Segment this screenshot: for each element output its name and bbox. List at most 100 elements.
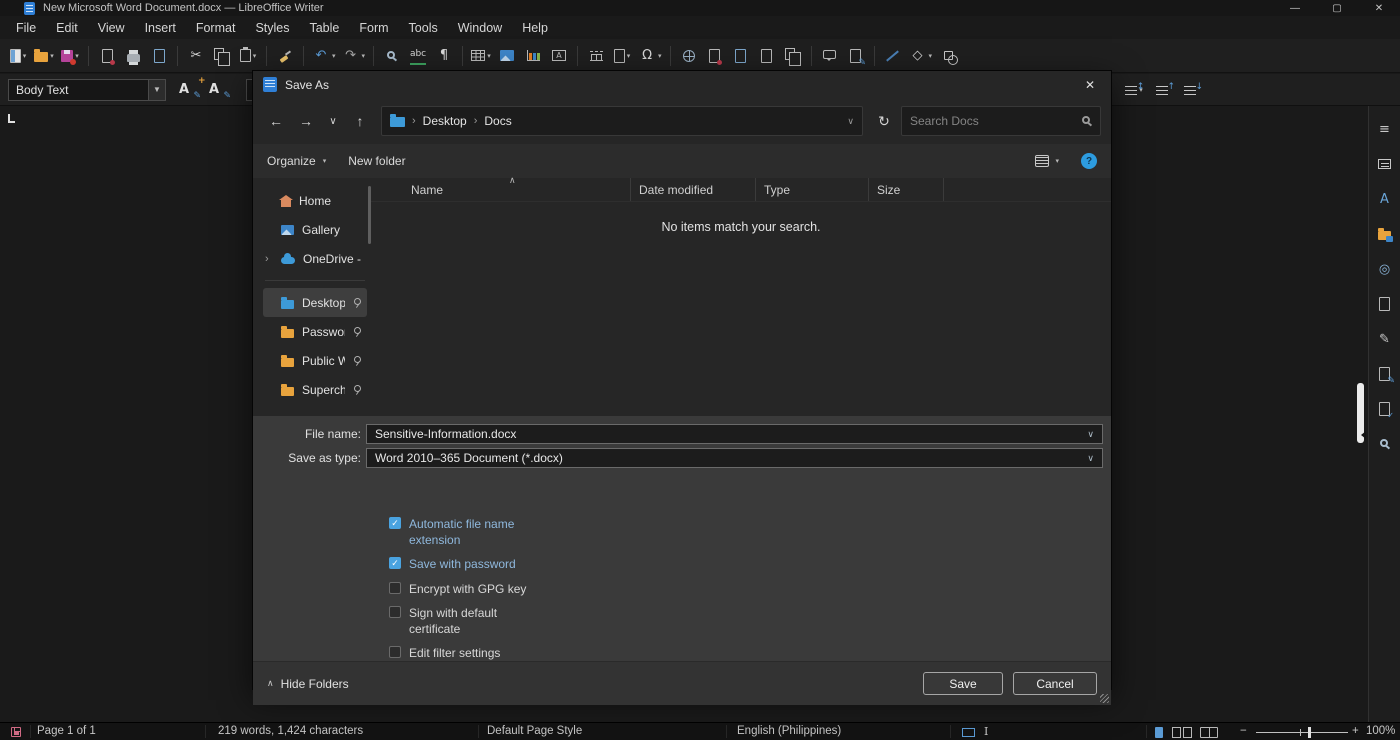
recent-locations-button[interactable]: ∨ bbox=[323, 108, 343, 134]
checkbox-icon[interactable]: ✓ bbox=[389, 557, 401, 569]
redo-icon[interactable]: ↷▾ bbox=[340, 44, 368, 68]
insert-image-icon[interactable] bbox=[495, 44, 519, 68]
sidebar-item-home[interactable]: Home bbox=[263, 186, 367, 215]
style-inspector-icon[interactable]: ✎ bbox=[1374, 328, 1396, 350]
menu-insert[interactable]: Insert bbox=[135, 16, 186, 39]
chevron-down-icon[interactable]: ∨ bbox=[1087, 453, 1094, 464]
resize-grip[interactable] bbox=[1100, 694, 1109, 703]
menu-window[interactable]: Window bbox=[448, 16, 512, 39]
increase-paragraph-spacing-icon[interactable] bbox=[1150, 78, 1174, 102]
paste-icon[interactable]: ▾ bbox=[236, 44, 260, 68]
sidebar-item-public-wi[interactable]: Public Wi bbox=[263, 346, 367, 375]
chevron-right-icon[interactable]: › bbox=[265, 253, 269, 265]
menu-format[interactable]: Format bbox=[186, 16, 246, 39]
selection-mode-icon[interactable] bbox=[962, 728, 975, 737]
formatting-marks-icon[interactable]: ¶ bbox=[432, 44, 456, 68]
menu-styles[interactable]: Styles bbox=[245, 16, 299, 39]
insert-chart-icon[interactable] bbox=[521, 44, 545, 68]
insert-footnote-icon[interactable] bbox=[703, 44, 727, 68]
save-icon[interactable]: ▾ bbox=[58, 44, 82, 68]
new-folder-button[interactable]: New folder bbox=[348, 154, 405, 168]
show-draw-functions-icon[interactable] bbox=[936, 44, 960, 68]
spelling-icon[interactable]: abc bbox=[406, 44, 430, 68]
breadcrumb-docs[interactable]: Docs bbox=[484, 114, 511, 128]
sidebar-item-onedrive-p[interactable]: ›OneDrive - P bbox=[263, 244, 367, 273]
zoom-slider[interactable] bbox=[1256, 732, 1348, 733]
navigator-icon[interactable]: ◎ bbox=[1374, 258, 1396, 280]
address-dropdown-icon[interactable]: ∨ bbox=[847, 116, 854, 127]
text-language[interactable]: English (Philippines) bbox=[737, 725, 841, 737]
hyperlink-icon[interactable] bbox=[677, 44, 701, 68]
chevron-down-icon[interactable]: ▼ bbox=[148, 80, 165, 100]
sidebar-item-desktop[interactable]: Desktop bbox=[263, 288, 367, 317]
paragraph-style-combobox[interactable]: Body Text ▼ bbox=[8, 79, 166, 101]
save-button[interactable]: Save bbox=[923, 672, 1003, 695]
accessibility-check-icon[interactable] bbox=[1374, 398, 1396, 420]
back-button[interactable]: ← bbox=[263, 108, 289, 134]
page-icon[interactable] bbox=[1374, 293, 1396, 315]
save-status-icon[interactable] bbox=[11, 727, 21, 737]
menu-tools[interactable]: Tools bbox=[399, 16, 448, 39]
find-icon[interactable] bbox=[1374, 433, 1396, 455]
zoom-slider-thumb[interactable] bbox=[1308, 727, 1311, 738]
forward-button[interactable]: → bbox=[293, 108, 319, 134]
insert-field-icon[interactable]: ▾ bbox=[610, 44, 634, 68]
new-document-icon[interactable]: ▾ bbox=[6, 44, 30, 68]
decrease-paragraph-spacing-icon[interactable] bbox=[1178, 78, 1202, 102]
word-count[interactable]: 219 words, 1,424 characters bbox=[218, 725, 363, 737]
maximize-button[interactable]: ▢ bbox=[1316, 0, 1358, 16]
insert-comment-icon[interactable] bbox=[818, 44, 842, 68]
print-preview-icon[interactable] bbox=[147, 44, 171, 68]
line-spacing-icon[interactable]: ▾ bbox=[1122, 78, 1146, 102]
properties-icon[interactable] bbox=[1374, 153, 1396, 175]
multi-page-view-icon[interactable] bbox=[1172, 727, 1192, 738]
find-replace-icon[interactable] bbox=[380, 44, 404, 68]
column-header-date-modified[interactable]: Date modified bbox=[631, 178, 756, 201]
single-page-view-icon[interactable] bbox=[1155, 727, 1163, 738]
sidebar-menu-icon[interactable]: ≡ bbox=[1374, 118, 1396, 140]
book-view-icon[interactable] bbox=[1200, 727, 1218, 738]
page-style[interactable]: Default Page Style bbox=[487, 725, 582, 737]
clone-formatting-icon[interactable] bbox=[273, 44, 297, 68]
open-icon[interactable]: ▾ bbox=[32, 44, 56, 68]
column-header-type[interactable]: Type bbox=[756, 178, 869, 201]
chevron-down-icon[interactable]: ∨ bbox=[1087, 429, 1094, 440]
checkbox-encrypt-with-gpg-key[interactable]: Encrypt with GPG key bbox=[389, 581, 1111, 597]
view-mode-button[interactable]: ▾ bbox=[1035, 155, 1059, 167]
checkbox-automatic-file-name-extension[interactable]: ✓Automatic file name extension bbox=[389, 516, 1111, 548]
close-button[interactable]: ✕ bbox=[1358, 0, 1400, 16]
breadcrumb-desktop[interactable]: Desktop bbox=[423, 114, 467, 128]
organize-button[interactable]: Organize ▾ bbox=[267, 154, 326, 168]
checkbox-save-with-password[interactable]: ✓Save with password bbox=[389, 556, 1111, 572]
zoom-level[interactable]: 100% bbox=[1366, 725, 1395, 737]
menu-table[interactable]: Table bbox=[299, 16, 349, 39]
manage-changes-icon[interactable] bbox=[1374, 363, 1396, 385]
address-bar[interactable]: ›Desktop›Docs∨ bbox=[381, 106, 863, 136]
cut-icon[interactable]: ✂ bbox=[184, 44, 208, 68]
menu-help[interactable]: Help bbox=[512, 16, 558, 39]
save-as-type-select[interactable]: Word 2010–365 Document (*.docx) ∨ bbox=[366, 448, 1103, 468]
insert-textbox-icon[interactable]: A bbox=[547, 44, 571, 68]
checkbox-edit-filter-settings[interactable]: Edit filter settings bbox=[389, 645, 1111, 661]
print-icon[interactable] bbox=[121, 44, 145, 68]
sidebar-item-gallery[interactable]: Gallery bbox=[263, 215, 367, 244]
menu-edit[interactable]: Edit bbox=[46, 16, 88, 39]
copy-icon[interactable] bbox=[210, 44, 234, 68]
cancel-button[interactable]: Cancel bbox=[1013, 672, 1097, 695]
hide-folders-button[interactable]: ∧ Hide Folders bbox=[267, 677, 349, 691]
checkbox-icon[interactable] bbox=[389, 646, 401, 658]
menu-file[interactable]: File bbox=[6, 16, 46, 39]
insert-line-icon[interactable] bbox=[881, 44, 905, 68]
checkbox-icon[interactable] bbox=[389, 606, 401, 618]
sidebar-handle-icon[interactable] bbox=[1357, 431, 1366, 439]
help-button[interactable]: ? bbox=[1081, 153, 1097, 169]
insert-mode-icon[interactable]: I bbox=[984, 725, 988, 738]
gallery-icon[interactable] bbox=[1374, 223, 1396, 245]
insert-bookmark-icon[interactable] bbox=[755, 44, 779, 68]
basic-shapes-icon[interactable]: ◇▾ bbox=[907, 44, 935, 68]
zoom-out-button[interactable]: − bbox=[1240, 725, 1247, 737]
cross-reference-icon[interactable] bbox=[781, 44, 805, 68]
sidebar-item-password[interactable]: Password bbox=[263, 317, 367, 346]
new-style-icon[interactable]: A bbox=[202, 78, 226, 102]
special-character-icon[interactable]: Ω▾ bbox=[636, 44, 664, 68]
